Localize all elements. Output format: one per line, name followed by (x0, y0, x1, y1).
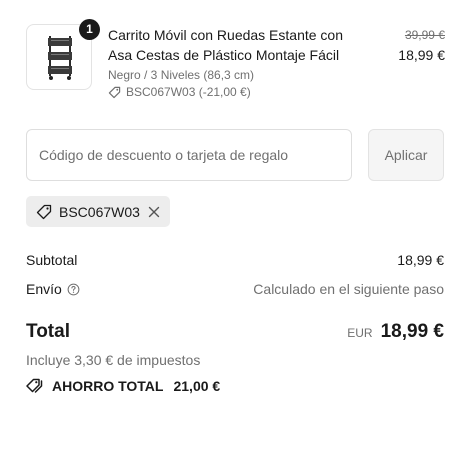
currency-code: EUR (347, 326, 373, 340)
discount-form: Aplicar (26, 129, 444, 181)
rolling-cart-image (48, 36, 72, 80)
quantity-badge: 1 (79, 19, 100, 40)
savings-value: 21,00 € (173, 378, 221, 394)
apply-discount-button[interactable]: Aplicar (368, 129, 444, 181)
applied-discount-code: BSC067W03 (59, 203, 140, 220)
product-title-line-1: Carrito Móvil con Ruedas Estante con (108, 27, 343, 43)
shipping-row: Envío Calculado en el siguiente paso (26, 279, 444, 299)
savings-label: AHORRO TOTAL (52, 378, 164, 394)
total-label: Total (26, 321, 70, 342)
close-icon[interactable] (147, 205, 161, 219)
tag-icon (108, 86, 121, 98)
product-details: Carrito Móvil con Ruedas Estante con Asa… (108, 25, 378, 100)
product-discount-code: BSC067W03 (-21,00 €) (126, 85, 251, 99)
shipping-label: Envío (26, 281, 62, 297)
question-circle-icon[interactable] (67, 283, 80, 296)
total-savings: AHORRO TOTAL 21,00 € (26, 378, 220, 394)
total-value: 18,99 € (380, 321, 444, 342)
subtotal-row: Subtotal 18,99 € (26, 250, 444, 270)
compare-at-price: 39,99 € (404, 28, 445, 42)
shipping-value: Calculado en el siguiente paso (253, 281, 444, 297)
product-prices: 39,99 € 18,99 € (398, 25, 445, 65)
product-title-line-2: Asa Cestas de Plástico Montaje Fácil (108, 47, 340, 63)
subtotal-value: 18,99 € (397, 252, 444, 268)
shipping-label-group: Envío (26, 281, 80, 297)
tags-icon (26, 378, 43, 393)
product-discount: BSC067W03 (-21,00 €) (108, 84, 378, 100)
taxes-note: Incluye 3,30 € de impuestos (26, 352, 201, 368)
subtotal-label: Subtotal (26, 252, 78, 268)
total-amount-group: EUR 18,99 € (347, 321, 444, 343)
product-variant: Negro / 3 Niveles (86,3 cm) (108, 68, 255, 82)
total-row: Total EUR 18,99 € (26, 318, 444, 346)
line-item: 1 Carrito Móvil con Ruedas Estante con A… (26, 19, 445, 104)
tag-icon (36, 204, 52, 219)
product-title: Carrito Móvil con Ruedas Estante con Asa… (108, 25, 378, 65)
product-price: 18,99 € (398, 47, 445, 63)
discount-code-input[interactable] (26, 129, 352, 181)
applied-discount-chip: BSC067W03 (26, 196, 170, 227)
